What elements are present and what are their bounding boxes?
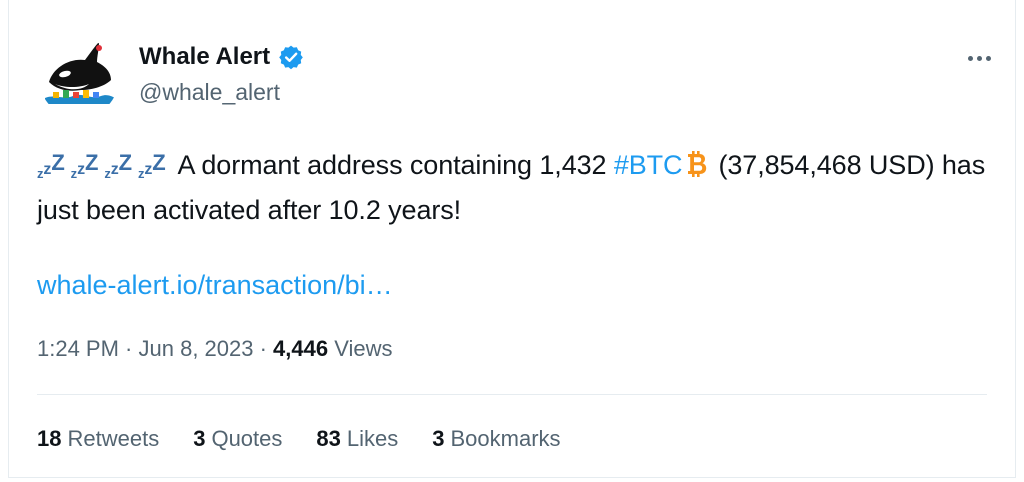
meta-separator: · <box>253 336 274 361</box>
tweet-meta: 1:24 PM · Jun 8, 2023 · 4,446 Views <box>37 334 393 364</box>
tweet-date[interactable]: Jun 8, 2023 <box>139 336 254 361</box>
quotes-count: 3 <box>193 426 206 451</box>
likes-stat[interactable]: 83 Likes <box>316 424 398 454</box>
views-count: 4,446 <box>273 336 329 361</box>
retweets-stat[interactable]: 18 Retweets <box>37 424 159 454</box>
likes-count: 83 <box>316 426 341 451</box>
orca-whale-logo <box>39 38 119 118</box>
tweet-card: Whale Alert @whale_alert zzZ zzZ zzZ zzZ A … <box>8 0 1016 478</box>
bookmarks-count: 3 <box>432 426 445 451</box>
views-label: Views <box>334 336 393 361</box>
likes-label: Likes <box>346 426 399 451</box>
bookmarks-stat[interactable]: 3 Bookmarks <box>432 424 560 454</box>
zzz-sleep-icon: zzZ <box>70 150 99 181</box>
zzz-sleep-icon: zzZ <box>137 150 166 181</box>
quotes-stat[interactable]: 3 Quotes <box>193 424 282 454</box>
bitcoin-icon <box>686 150 708 178</box>
zzz-sleep-icon: zzZ <box>37 150 65 181</box>
avatar[interactable] <box>39 38 119 118</box>
display-name[interactable]: Whale Alert <box>139 42 270 72</box>
engagement-stats: 18 Retweets 3 Quotes 83 Likes 3 Bookmarks <box>37 424 561 454</box>
retweets-count: 18 <box>37 426 62 451</box>
quotes-label: Quotes <box>211 426 283 451</box>
hashtag-btc[interactable]: #BTC <box>614 150 683 180</box>
author-name-row: Whale Alert <box>139 42 304 72</box>
meta-separator: · <box>118 336 139 361</box>
author-handle[interactable]: @whale_alert <box>139 78 280 106</box>
more-options-icon[interactable] <box>961 46 997 70</box>
retweets-label: Retweets <box>67 426 160 451</box>
bookmarks-label: Bookmarks <box>450 426 561 451</box>
tweet-text-before: A dormant address containing 1,432 <box>177 150 614 180</box>
tweet-text: zzZ zzZ zzZ zzZ A dormant address containin… <box>37 144 997 229</box>
zzz-sleep-icon: zzZ <box>104 150 132 181</box>
verified-badge-icon <box>278 44 304 70</box>
transaction-link[interactable]: whale-alert.io/transaction/bi… <box>37 268 393 302</box>
divider <box>37 394 987 395</box>
tweet-time[interactable]: 1:24 PM <box>37 336 119 361</box>
